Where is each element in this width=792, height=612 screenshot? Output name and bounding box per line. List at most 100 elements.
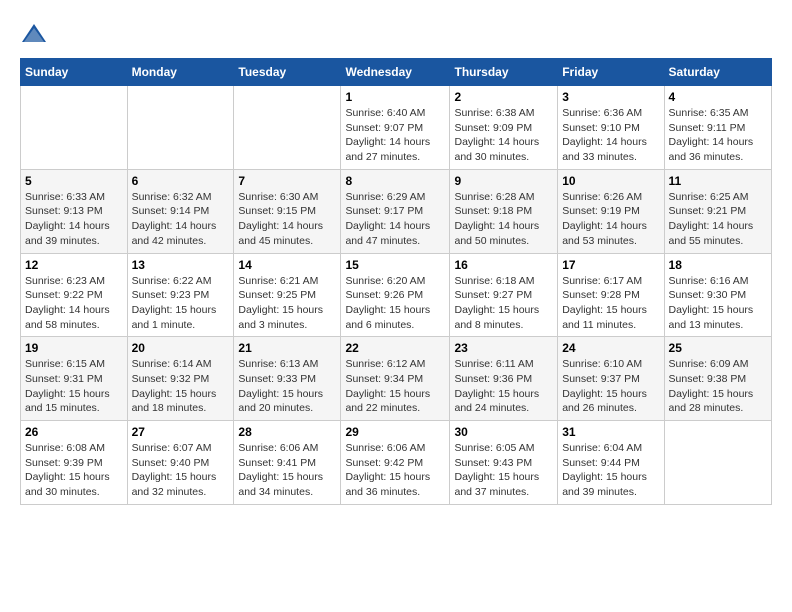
calendar-cell: 25 Sunrise: 6:09 AM Sunset: 9:38 PM Dayli… (664, 337, 771, 421)
day-number: 6 (132, 174, 230, 188)
day-info: Sunrise: 6:28 AM Sunset: 9:18 PM Dayligh… (454, 190, 553, 249)
page-header (20, 20, 772, 48)
day-number: 15 (345, 258, 445, 272)
calendar-cell: 29Sunrise: 6:06 AM Sunset: 9:42 PM Dayli… (341, 421, 450, 505)
calendar-week-row: 5 Sunrise: 6:33 AM Sunset: 9:13 PM Daylig… (21, 169, 772, 253)
day-number: 31 (562, 425, 659, 439)
calendar-cell: 23 Sunrise: 6:11 AM Sunset: 9:36 PM Dayli… (450, 337, 558, 421)
calendar-cell: 21 Sunrise: 6:13 AM Sunset: 9:33 PM Dayli… (234, 337, 341, 421)
day-info: Sunrise: 6:08 AM Sunset: 9:39 PM Dayligh… (25, 441, 123, 500)
day-info: Sunrise: 6:40 AM Sunset: 9:07 PM Dayligh… (345, 106, 445, 165)
day-of-week-header: Saturday (664, 59, 771, 86)
day-info: Sunrise: 6:18 AM Sunset: 9:27 PM Dayligh… (454, 274, 553, 333)
calendar-cell: 16Sunrise: 6:18 AM Sunset: 9:27 PM Dayli… (450, 253, 558, 337)
day-number: 22 (345, 341, 445, 355)
day-info: Sunrise: 6:05 AM Sunset: 9:43 PM Dayligh… (454, 441, 553, 500)
day-number: 18 (669, 258, 767, 272)
calendar-cell: 9 Sunrise: 6:28 AM Sunset: 9:18 PM Daylig… (450, 169, 558, 253)
day-number: 13 (132, 258, 230, 272)
day-number: 3 (562, 90, 659, 104)
day-of-week-header: Wednesday (341, 59, 450, 86)
day-number: 8 (345, 174, 445, 188)
day-info: Sunrise: 6:16 AM Sunset: 9:30 PM Dayligh… (669, 274, 767, 333)
calendar-cell: 24Sunrise: 6:10 AM Sunset: 9:37 PM Dayli… (558, 337, 664, 421)
days-header-row: SundayMondayTuesdayWednesdayThursdayFrid… (21, 59, 772, 86)
day-number: 11 (669, 174, 767, 188)
day-number: 9 (454, 174, 553, 188)
day-number: 1 (345, 90, 445, 104)
calendar-week-row: 1 Sunrise: 6:40 AM Sunset: 9:07 PM Daylig… (21, 86, 772, 170)
calendar-cell: 22 Sunrise: 6:12 AM Sunset: 9:34 PM Dayli… (341, 337, 450, 421)
calendar-cell: 27Sunrise: 6:07 AM Sunset: 9:40 PM Dayli… (127, 421, 234, 505)
day-number: 29 (345, 425, 445, 439)
day-info: Sunrise: 6:12 AM Sunset: 9:34 PM Dayligh… (345, 357, 445, 416)
day-info: Sunrise: 6:36 AM Sunset: 9:10 PM Dayligh… (562, 106, 659, 165)
calendar-cell: 26 Sunrise: 6:08 AM Sunset: 9:39 PM Dayli… (21, 421, 128, 505)
day-number: 20 (132, 341, 230, 355)
calendar-cell (664, 421, 771, 505)
logo-icon (20, 20, 48, 48)
day-info: Sunrise: 6:26 AM Sunset: 9:19 PM Dayligh… (562, 190, 659, 249)
day-info: Sunrise: 6:13 AM Sunset: 9:33 PM Dayligh… (238, 357, 336, 416)
day-number: 10 (562, 174, 659, 188)
day-number: 26 (25, 425, 123, 439)
logo (20, 20, 52, 48)
day-number: 30 (454, 425, 553, 439)
calendar-cell: 14 Sunrise: 6:21 AM Sunset: 9:25 PM Dayli… (234, 253, 341, 337)
day-info: Sunrise: 6:07 AM Sunset: 9:40 PM Dayligh… (132, 441, 230, 500)
calendar-cell (127, 86, 234, 170)
day-number: 25 (669, 341, 767, 355)
calendar-cell: 20 Sunrise: 6:14 AM Sunset: 9:32 PM Dayli… (127, 337, 234, 421)
day-of-week-header: Monday (127, 59, 234, 86)
calendar-cell: 1 Sunrise: 6:40 AM Sunset: 9:07 PM Daylig… (341, 86, 450, 170)
calendar-cell: 19 Sunrise: 6:15 AM Sunset: 9:31 PM Dayli… (21, 337, 128, 421)
day-info: Sunrise: 6:09 AM Sunset: 9:38 PM Dayligh… (669, 357, 767, 416)
day-number: 28 (238, 425, 336, 439)
calendar-cell (21, 86, 128, 170)
day-number: 7 (238, 174, 336, 188)
calendar-cell (234, 86, 341, 170)
day-of-week-header: Tuesday (234, 59, 341, 86)
day-info: Sunrise: 6:04 AM Sunset: 9:44 PM Dayligh… (562, 441, 659, 500)
calendar-cell: 12 Sunrise: 6:23 AM Sunset: 9:22 PM Dayli… (21, 253, 128, 337)
calendar-cell: 11Sunrise: 6:25 AM Sunset: 9:21 PM Dayli… (664, 169, 771, 253)
calendar-cell: 6Sunrise: 6:32 AM Sunset: 9:14 PM Daylig… (127, 169, 234, 253)
day-info: Sunrise: 6:14 AM Sunset: 9:32 PM Dayligh… (132, 357, 230, 416)
calendar-week-row: 26 Sunrise: 6:08 AM Sunset: 9:39 PM Dayli… (21, 421, 772, 505)
day-of-week-header: Sunday (21, 59, 128, 86)
calendar-cell: 2 Sunrise: 6:38 AM Sunset: 9:09 PM Daylig… (450, 86, 558, 170)
day-info: Sunrise: 6:21 AM Sunset: 9:25 PM Dayligh… (238, 274, 336, 333)
day-info: Sunrise: 6:15 AM Sunset: 9:31 PM Dayligh… (25, 357, 123, 416)
day-number: 5 (25, 174, 123, 188)
day-of-week-header: Thursday (450, 59, 558, 86)
day-info: Sunrise: 6:33 AM Sunset: 9:13 PM Dayligh… (25, 190, 123, 249)
calendar-cell: 18 Sunrise: 6:16 AM Sunset: 9:30 PM Dayli… (664, 253, 771, 337)
calendar-cell: 4 Sunrise: 6:35 AM Sunset: 9:11 PM Daylig… (664, 86, 771, 170)
calendar-table: SundayMondayTuesdayWednesdayThursdayFrid… (20, 58, 772, 505)
day-info: Sunrise: 6:29 AM Sunset: 9:17 PM Dayligh… (345, 190, 445, 249)
calendar-cell: 30 Sunrise: 6:05 AM Sunset: 9:43 PM Dayli… (450, 421, 558, 505)
day-info: Sunrise: 6:11 AM Sunset: 9:36 PM Dayligh… (454, 357, 553, 416)
day-info: Sunrise: 6:35 AM Sunset: 9:11 PM Dayligh… (669, 106, 767, 165)
calendar-cell: 13 Sunrise: 6:22 AM Sunset: 9:23 PM Dayli… (127, 253, 234, 337)
calendar-cell: 10 Sunrise: 6:26 AM Sunset: 9:19 PM Dayli… (558, 169, 664, 253)
day-number: 19 (25, 341, 123, 355)
day-info: Sunrise: 6:23 AM Sunset: 9:22 PM Dayligh… (25, 274, 123, 333)
day-info: Sunrise: 6:06 AM Sunset: 9:41 PM Dayligh… (238, 441, 336, 500)
calendar-cell: 8 Sunrise: 6:29 AM Sunset: 9:17 PM Daylig… (341, 169, 450, 253)
calendar-cell: 3 Sunrise: 6:36 AM Sunset: 9:10 PM Daylig… (558, 86, 664, 170)
calendar-week-row: 19 Sunrise: 6:15 AM Sunset: 9:31 PM Dayli… (21, 337, 772, 421)
day-number: 14 (238, 258, 336, 272)
day-info: Sunrise: 6:38 AM Sunset: 9:09 PM Dayligh… (454, 106, 553, 165)
calendar-cell: 31 Sunrise: 6:04 AM Sunset: 9:44 PM Dayli… (558, 421, 664, 505)
day-number: 21 (238, 341, 336, 355)
day-number: 24 (562, 341, 659, 355)
day-number: 17 (562, 258, 659, 272)
day-number: 23 (454, 341, 553, 355)
day-number: 12 (25, 258, 123, 272)
day-number: 4 (669, 90, 767, 104)
day-info: Sunrise: 6:20 AM Sunset: 9:26 PM Dayligh… (345, 274, 445, 333)
day-number: 2 (454, 90, 553, 104)
day-of-week-header: Friday (558, 59, 664, 86)
day-info: Sunrise: 6:22 AM Sunset: 9:23 PM Dayligh… (132, 274, 230, 333)
